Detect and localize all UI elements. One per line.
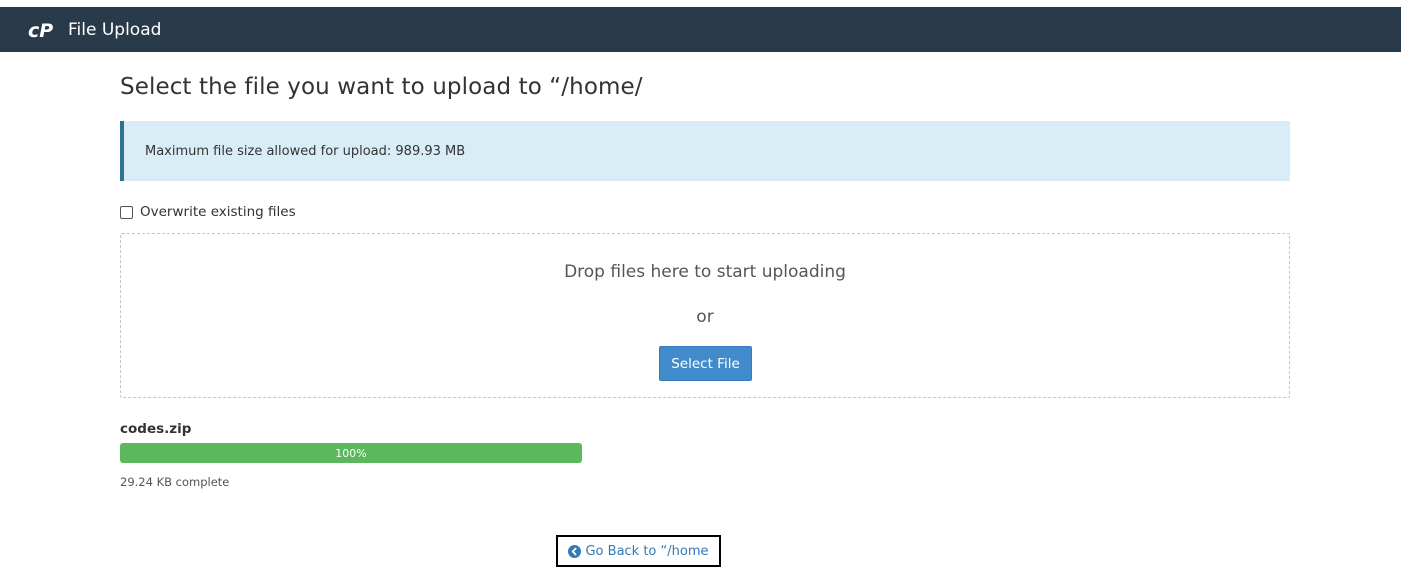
or-text: or (696, 307, 714, 327)
overwrite-label: Overwrite existing files (140, 204, 296, 220)
overwrite-checkbox[interactable] (120, 205, 133, 219)
drop-zone[interactable]: Drop files here to start uploading or Se… (120, 233, 1290, 398)
cpanel-logo[interactable]: cP (28, 20, 60, 42)
overwrite-option[interactable]: Overwrite existing files (120, 204, 296, 220)
go-back-label: Go Back to “/home (585, 543, 709, 559)
max-size-info-box: Maximum file size allowed for upload: 98… (120, 121, 1290, 181)
drop-zone-text: Drop files here to start uploading (564, 262, 846, 282)
select-file-button[interactable]: Select File (659, 346, 752, 381)
arrow-circle-left-icon (568, 544, 582, 558)
upload-progress-fill: 100% (120, 443, 582, 463)
top-bar: cP File Upload (0, 7, 1401, 52)
go-back-link[interactable]: Go Back to “/home (556, 535, 721, 567)
max-size-text: Maximum file size allowed for upload: 98… (145, 143, 466, 159)
svg-text:cP: cP (28, 20, 53, 40)
app-title: File Upload (68, 19, 162, 40)
upload-progress-bar: 100% (120, 443, 582, 463)
page-title: Select the file you want to upload to “/… (120, 74, 643, 100)
upload-progress-label: 100% (335, 446, 367, 460)
upload-status-text: 29.24 KB complete (120, 475, 230, 489)
upload-file-name: codes.zip (120, 421, 192, 437)
